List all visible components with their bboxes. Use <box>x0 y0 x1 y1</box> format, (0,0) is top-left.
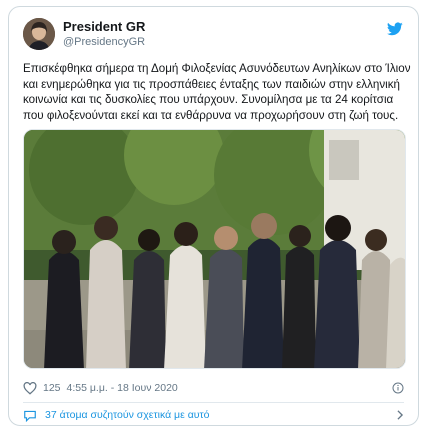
tweet-card[interactable]: President GR @PresidencyGR Επισκέφθηκα σ… <box>8 6 419 426</box>
display-name[interactable]: President GR <box>63 19 145 35</box>
tweet-photo[interactable] <box>23 129 406 369</box>
conversation-count[interactable]: 37 άτομα συζητούν σχετικά με αυτό <box>45 409 210 421</box>
info-icon[interactable] <box>392 382 404 394</box>
chevron-right-icon <box>397 410 404 420</box>
speech-bubble-icon <box>24 410 36 422</box>
twitter-bird-icon[interactable] <box>387 22 403 36</box>
heart-icon[interactable] <box>23 381 37 395</box>
tweet-text: Επισκέφθηκα σήμερα τη Δομή Φιλοξενίας Ασ… <box>23 62 411 122</box>
avatar[interactable] <box>23 18 55 50</box>
user-handle[interactable]: @PresidencyGR <box>63 35 145 49</box>
divider <box>23 402 404 403</box>
like-count[interactable]: 125 <box>43 382 61 394</box>
conversation-link[interactable]: 37 άτομα συζητούν σχετικά με αυτό <box>23 407 404 423</box>
timestamp[interactable]: 4:55 μ.μ. - 18 Ιουν 2020 <box>67 382 178 394</box>
tweet-meta: 125 4:55 μ.μ. - 18 Ιουν 2020 <box>23 380 178 396</box>
tweet-header: President GR @PresidencyGR <box>23 16 405 56</box>
author-names[interactable]: President GR @PresidencyGR <box>63 19 145 49</box>
